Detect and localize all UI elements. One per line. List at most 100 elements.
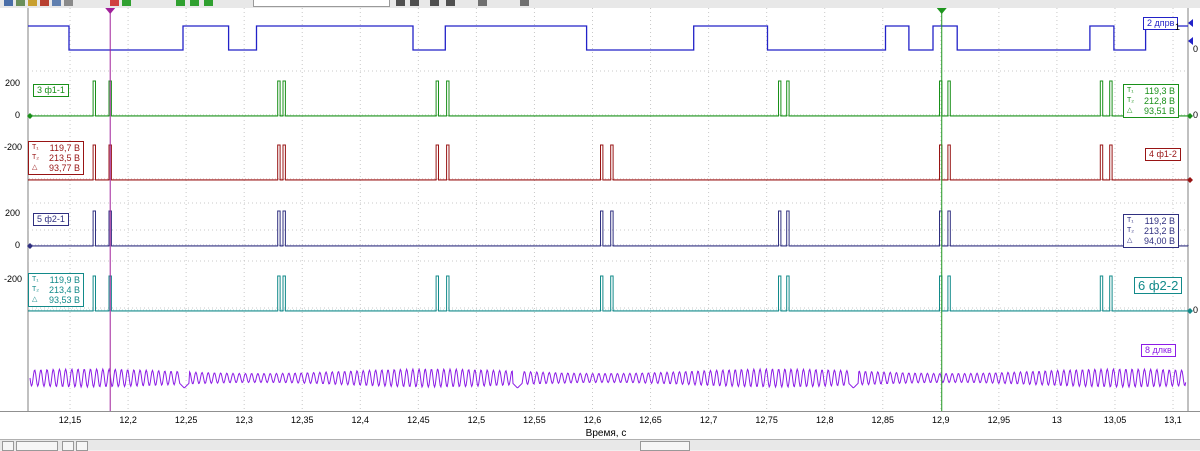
time-tick-label: 12,45 — [407, 415, 430, 425]
ch6-trace — [28, 275, 1188, 312]
ch2-scale-lo: 0 — [1193, 44, 1199, 54]
ch3-measure-box: T₁ 119,3 В T₂ 212,8 В △ 93,51 В — [1123, 84, 1179, 118]
time-tick-label: 12,9 — [932, 415, 950, 425]
ch6-marker2-value: 213,4 В — [48, 285, 80, 295]
time-tick-label: 12,7 — [699, 415, 718, 425]
tool-button[interactable] — [176, 0, 185, 6]
tool-button[interactable] — [40, 0, 49, 6]
tool-button[interactable] — [430, 0, 439, 6]
ch3-scale-zero: 0 — [14, 110, 20, 120]
delta-icon: △ — [1127, 237, 1133, 244]
ch2-scale-hi: 1 — [1175, 22, 1181, 32]
time-tick-label: 12,2 — [119, 415, 137, 425]
time-tick-label: 12,6 — [583, 415, 602, 425]
ch6-label[interactable]: 6 ф2-2 — [1134, 277, 1183, 294]
marker1-icon: T₁ — [1127, 217, 1134, 224]
ch4-scale: -200 — [3, 142, 22, 152]
ch4-label[interactable]: 4 ф1-2 — [1145, 148, 1181, 161]
ch4-trace — [28, 144, 1188, 181]
tool-button[interactable] — [28, 0, 37, 6]
time-tick-label: 13,05 — [1103, 415, 1127, 425]
ch4-marker1-value: 119,7 В — [49, 143, 80, 153]
ch3-marker2-value: 212,8 В — [1143, 96, 1175, 106]
tool-button[interactable] — [110, 0, 119, 6]
scroll-left-icon[interactable] — [76, 441, 88, 451]
ch3-marker1-value: 119,3 В — [1144, 86, 1175, 96]
tool-button[interactable] — [520, 0, 529, 6]
ch5-marker1-value: 119,2 В — [1144, 216, 1175, 226]
time-tick-label: 12,35 — [290, 415, 314, 425]
toolbar-combobox[interactable] — [253, 0, 390, 7]
status-icon — [62, 441, 74, 451]
time-tick-label: 12,25 — [174, 415, 198, 425]
ch5-marker2-value: 213,2 В — [1143, 226, 1175, 236]
ch3-offset: 0 — [1193, 110, 1199, 120]
ch3-trace — [28, 80, 1188, 117]
status-icon — [2, 441, 14, 451]
delta-icon: △ — [32, 296, 38, 303]
ch3-delta-value: 93,51 В — [1143, 106, 1175, 116]
tool-button[interactable] — [16, 0, 25, 6]
ch6-scale: -200 — [3, 274, 22, 284]
ch5-trace — [28, 210, 1188, 247]
time-tick-label: 12,15 — [58, 415, 82, 425]
cursor-1-handle — [105, 8, 116, 14]
ch4-measure-box: T₁ 119,7 В T₂ 213,5 В △ 93,77 В — [28, 141, 84, 175]
tool-button[interactable] — [190, 0, 199, 6]
time-axis-title: Время, с — [585, 428, 627, 439]
tool-button[interactable] — [52, 0, 61, 6]
time-tick-label: 12,4 — [351, 415, 370, 425]
ch6-offset: 0 — [1193, 305, 1199, 315]
ch4-delta-value: 93,77 В — [48, 163, 80, 173]
time-tick-label: 12,5 — [467, 415, 486, 425]
ch3-scale-hi: 200 — [4, 78, 20, 88]
time-tick-label: 12,85 — [871, 415, 895, 425]
oscillogram-plot[interactable] — [0, 8, 1200, 411]
ch4-marker2-value: 213,5 В — [48, 153, 80, 163]
ch2-hi-marker — [1188, 19, 1193, 27]
time-tick-label: 12,75 — [755, 415, 778, 425]
cursor-2-handle — [936, 8, 947, 14]
ch6-delta-value: 93,53 В — [48, 295, 80, 305]
marker2-icon: T₂ — [32, 154, 39, 161]
status-field — [640, 441, 690, 451]
tool-button[interactable] — [4, 0, 13, 6]
ch5-scale-zero: 0 — [14, 240, 20, 250]
ch5-delta-value: 94,00 В — [1143, 236, 1175, 246]
ch2-trace — [28, 25, 1188, 51]
status-bar — [0, 439, 1200, 451]
ch3-label[interactable]: 3 ф1-1 — [33, 84, 69, 97]
time-tick-label: 12,55 — [523, 415, 546, 425]
ch8-label[interactable]: 8 длкв — [1141, 344, 1176, 357]
time-axis: Время, с 12,15 12,2 12,25 12,3 12,35 12,4 12,4… — [0, 411, 1200, 440]
time-tick-label: 13 — [1051, 415, 1062, 425]
ch8-trace — [29, 367, 1187, 389]
time-tick-label: 13,1 — [1164, 415, 1182, 425]
marker2-icon: T₂ — [1127, 227, 1134, 234]
ch6-measure-box: T₁ 119,9 В T₂ 213,4 В △ 93,53 В — [28, 273, 84, 307]
tool-button[interactable] — [122, 0, 131, 6]
tool-button[interactable] — [204, 0, 213, 6]
tool-button[interactable] — [446, 0, 455, 6]
tool-button[interactable] — [396, 0, 405, 6]
tool-button[interactable] — [478, 0, 487, 6]
time-tick-label: 12,95 — [987, 415, 1011, 425]
delta-icon: △ — [1127, 107, 1133, 114]
marker2-icon: T₂ — [32, 286, 39, 293]
oscillogram-panel[interactable]: 2 дпрв 1 0 3 ф1-1 200 0 0 T₁ 119,3 В T₂ 21… — [0, 8, 1200, 411]
time-tick-label: 12,65 — [639, 415, 662, 425]
tool-button[interactable] — [410, 0, 419, 6]
ch2-label[interactable]: 2 дпрв — [1143, 17, 1179, 30]
ch5-label[interactable]: 5 ф2-1 — [33, 213, 69, 226]
marker1-icon: T₁ — [32, 276, 39, 283]
ch6-marker1-value: 119,9 В — [49, 275, 80, 285]
status-field — [16, 441, 58, 451]
ch5-measure-box: T₁ 119,2 В T₂ 213,2 В △ 94,00 В — [1123, 214, 1179, 248]
ch5-scale-hi: 200 — [4, 208, 20, 218]
time-tick-label: 12,8 — [815, 415, 834, 425]
tool-button[interactable] — [64, 0, 73, 6]
marker1-icon: T₁ — [32, 144, 39, 151]
marker2-icon: T₂ — [1127, 97, 1134, 104]
delta-icon: △ — [32, 164, 38, 171]
marker1-icon: T₁ — [1127, 87, 1134, 94]
